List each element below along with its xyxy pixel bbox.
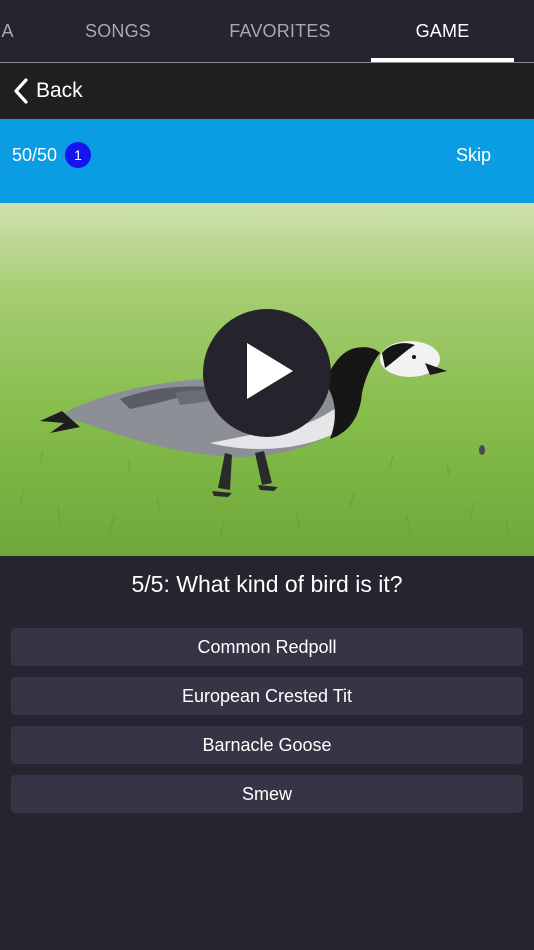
active-tab-indicator	[371, 58, 514, 62]
answer-button[interactable]: Common Redpoll	[11, 628, 523, 666]
count-badge: 1	[65, 142, 92, 168]
bird-photo	[0, 203, 534, 556]
skip-button[interactable]: Skip	[456, 119, 491, 191]
tab-label: MA	[0, 20, 14, 41]
back-button[interactable]: Back	[12, 63, 83, 119]
question-text: 5/5: What kind of bird is it?	[131, 570, 403, 597]
answer-button[interactable]: Smew	[11, 775, 523, 813]
answer-list: Common Redpoll European Crested Tit Barn…	[11, 628, 523, 824]
back-label: Back	[36, 79, 83, 102]
score-text: 50/50	[12, 144, 58, 165]
tab-songs[interactable]: SONGS	[60, 0, 176, 62]
answer-button[interactable]: Barnacle Goose	[11, 726, 523, 764]
tab-ma[interactable]: MA	[0, 0, 40, 62]
top-tab-bar: MA SONGS FAVORITES GAME	[0, 0, 534, 63]
score-group: 50/50 1	[12, 119, 92, 191]
tab-label: SONGS	[84, 20, 151, 41]
answer-button[interactable]: European Crested Tit	[11, 677, 523, 715]
tab-label: GAME	[415, 20, 470, 41]
tab-label: FAVORITES	[229, 20, 331, 41]
tab-game[interactable]: GAME	[371, 0, 514, 62]
chevron-left-icon	[12, 77, 30, 105]
play-button[interactable]	[203, 309, 331, 437]
play-icon	[237, 339, 297, 408]
game-status-bar: 50/50 1 Skip	[0, 119, 534, 203]
tab-favorites[interactable]: FAVORITES	[200, 0, 360, 62]
navigation-bar: Back	[0, 63, 534, 119]
